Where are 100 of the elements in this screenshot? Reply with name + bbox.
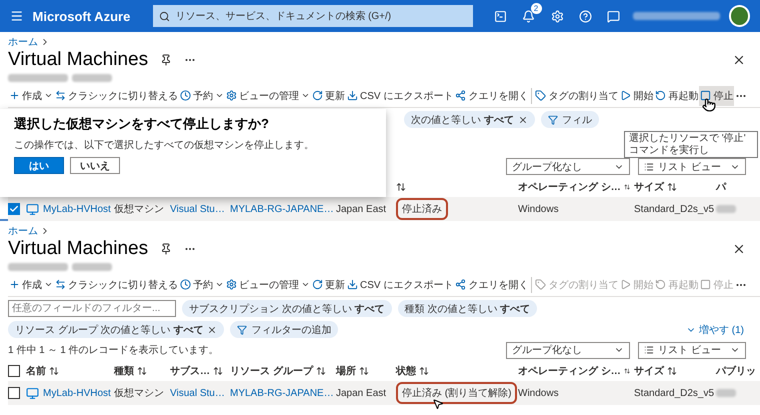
- toolbar-button[interactable]: クエリを開く: [454, 86, 530, 106]
- monitor-icon: [26, 202, 39, 216]
- close-icon[interactable]: [732, 53, 746, 67]
- plus-icon: [9, 279, 20, 290]
- toolbar-button[interactable]: 予約: [179, 86, 225, 106]
- column-header[interactable]: サブス…: [170, 364, 230, 378]
- toolbar-button[interactable]: ビューの管理: [225, 274, 311, 294]
- notification-badge: 2: [530, 3, 542, 14]
- search-field[interactable]: リソース、サービス、ドキュメントの検索 (G+/): [153, 5, 473, 27]
- subscription-link[interactable]: Visual Stu…: [170, 388, 230, 398]
- caret-icon: [301, 280, 310, 289]
- column-header[interactable]: オペレーティング シ…: [518, 364, 634, 378]
- toolbar-button[interactable]: タグの割り当て: [534, 86, 620, 106]
- toolbar-button[interactable]: クエリを開く: [454, 274, 530, 294]
- filter-field[interactable]: 任意のフィールドのフィルター...: [8, 300, 176, 317]
- sort-icon: [419, 366, 429, 376]
- no-button[interactable]: いいえ: [70, 157, 120, 174]
- view-dropdown[interactable]: リスト ビュー: [638, 158, 746, 175]
- column-header[interactable]: オペレーティング シ…: [518, 180, 634, 194]
- row-checkbox[interactable]: [8, 203, 20, 215]
- column-header[interactable]: パブリッ: [716, 364, 760, 378]
- tag-icon: [535, 279, 546, 290]
- list-icon: [644, 162, 654, 172]
- sort-icon: [624, 366, 630, 376]
- clock-icon: [180, 279, 191, 290]
- yes-button[interactable]: はい: [14, 157, 64, 174]
- column-header[interactable]: サイズ: [634, 180, 716, 194]
- play-icon: [620, 90, 632, 101]
- filter-chip[interactable]: リソース グループ 次の値と等しい すべて: [8, 321, 224, 338]
- more-filters-link[interactable]: 増やす (1): [680, 322, 750, 338]
- column-header[interactable]: 場所: [336, 364, 396, 378]
- search-icon: [159, 10, 170, 22]
- blurred-text: [716, 389, 736, 397]
- download-icon: [347, 90, 358, 101]
- toolbar-button[interactable]: 開始: [619, 86, 654, 106]
- swap-icon: [55, 90, 66, 101]
- row-checkbox[interactable]: [8, 387, 20, 399]
- filter-icon: [548, 114, 558, 124]
- column-header[interactable]: 種類: [114, 364, 170, 378]
- blurred-text: [716, 205, 736, 213]
- select-all-checkbox[interactable]: [8, 365, 20, 377]
- gear-icon: [226, 90, 237, 101]
- resource-group-link[interactable]: MYLAB-RG-JAPANE…: [230, 204, 336, 214]
- cursor-icon: [432, 398, 444, 410]
- filter-icon: [237, 324, 248, 334]
- filter-chip[interactable]: 種類 次の値と等しい すべて: [398, 300, 538, 317]
- tooltip: 選択したリソースで '停止' コマンドを実行し: [624, 131, 758, 158]
- menu-icon[interactable]: [10, 9, 24, 23]
- group-dropdown[interactable]: グループ化なし: [506, 158, 630, 175]
- toolbar-button[interactable]: クラシックに切り替える: [54, 86, 179, 106]
- toolbar-button[interactable]: ビューの管理: [225, 86, 311, 106]
- filter-chip[interactable]: 次の値と等しい すべて: [404, 111, 535, 128]
- toolbar-button[interactable]: 予約: [179, 274, 225, 294]
- sort-icon: [49, 366, 59, 376]
- table-cell-text: Japan East: [336, 388, 388, 398]
- status-cell: 停止済み: [396, 198, 448, 220]
- sort-icon: [316, 366, 326, 376]
- vm-name-link[interactable]: MyLab-HVHost: [43, 388, 111, 398]
- download-icon: [347, 279, 358, 290]
- column-header[interactable]: 状態: [396, 364, 518, 378]
- status-cell: 停止済み (割り当て解除): [396, 382, 518, 404]
- toolbar-button[interactable]: 作成: [8, 274, 54, 294]
- toolbar-button[interactable]: CSV にエクスポート: [346, 274, 454, 294]
- column-header[interactable]: パ: [716, 180, 760, 194]
- filter-chip[interactable]: サブスクリプション 次の値と等しい すべて: [182, 300, 392, 317]
- vm-name-link[interactable]: MyLab-HVHost: [43, 204, 111, 214]
- toolbar-button[interactable]: 更新: [311, 86, 346, 106]
- pin-icon[interactable]: [160, 243, 172, 255]
- table-cell-text: 仮想マシン: [114, 386, 165, 400]
- toolbar-button[interactable]: 停止: [699, 86, 734, 106]
- close-icon[interactable]: [518, 114, 528, 124]
- gear-icon: [226, 279, 237, 290]
- tag-icon: [535, 90, 546, 101]
- clock-icon: [180, 90, 191, 101]
- column-header[interactable]: サイズ: [634, 364, 716, 378]
- column-header[interactable]: リソース グループ: [230, 364, 336, 378]
- table-cell-text: Japan East: [336, 204, 388, 214]
- pin-icon[interactable]: [160, 54, 172, 66]
- notifications-button[interactable]: 2: [519, 6, 539, 26]
- column-header[interactable]: 名前: [26, 364, 114, 378]
- nodes-icon: [455, 90, 466, 101]
- view-dropdown[interactable]: リスト ビュー: [638, 342, 746, 358]
- add-filter-button[interactable]: フィルターの追加: [230, 321, 338, 338]
- toolbar-button[interactable]: CSV にエクスポート: [346, 86, 454, 106]
- breadcrumb-link[interactable]: ホーム: [8, 34, 38, 48]
- toolbar-button[interactable]: 更新: [311, 274, 346, 294]
- toolbar-button[interactable]: クラシックに切り替える: [54, 274, 179, 294]
- subscription-link[interactable]: Visual Stu…: [170, 204, 230, 214]
- group-dropdown[interactable]: グループ化なし: [506, 342, 630, 358]
- help-icon: [579, 10, 592, 22]
- brand-title[interactable]: Microsoft Azure: [32, 8, 130, 24]
- add-filter-button[interactable]: フィル: [540, 111, 599, 128]
- sort-icon: [359, 366, 369, 376]
- toolbar-button[interactable]: 作成: [8, 86, 54, 106]
- avatar[interactable]: [728, 5, 750, 27]
- breadcrumb-link[interactable]: ホーム: [8, 224, 38, 238]
- toolbar-button[interactable]: 再起動: [654, 86, 700, 106]
- resource-group-link[interactable]: MYLAB-RG-JAPANE…: [230, 388, 336, 398]
- close-icon[interactable]: [732, 242, 746, 256]
- close-icon[interactable]: [207, 324, 218, 334]
